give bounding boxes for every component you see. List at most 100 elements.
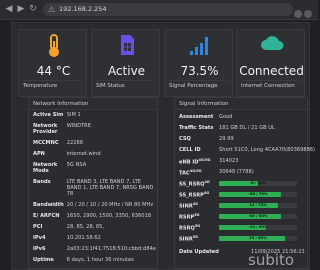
subito-watermark: subito — [248, 251, 295, 269]
network-table: Active Sim SIM 1 Network Provider WINDTRE MC… — [33, 112, 156, 268]
signal-progress-bar: -80 / 80% — [219, 214, 297, 219]
signal-bar-row: SINR5G 15 / 85% — [179, 235, 305, 246]
row-value: 10.201.58.62 — [66, 235, 101, 241]
signal-progress-bar: -10 / 60% — [219, 225, 297, 230]
signal-progress-text: 15 / 85% — [249, 236, 267, 240]
row-key: Network Provider — [33, 123, 58, 135]
signal-progress-text: -83 / 79% — [248, 192, 268, 196]
signal-key: Assessment — [179, 114, 214, 120]
table-row: E/ ARFCN 1650, 2900, 1500, 3350, 636018 — [33, 213, 156, 224]
row-value: 22288 — [66, 140, 83, 146]
browser-toolbar: ◀ ▶ ↻ ⚠ 192.168.2.254 — [0, 0, 318, 20]
network-information-panel: Network Information Active Sim SIM 1 Netwo… — [28, 97, 158, 269]
address-bar[interactable]: ⚠ 192.168.2.254 — [43, 3, 293, 16]
row-value: 1650, 2900, 1500, 3350, 636018 — [66, 213, 152, 219]
kpi-internet-connection: Connected Internet Connection — [236, 29, 305, 97]
sim-card-icon — [92, 34, 161, 58]
row-value: 5G NSA — [66, 162, 87, 168]
internet-connection-label: Internet Connection — [241, 83, 295, 89]
row-key: IPv4 — [33, 235, 46, 241]
row-key: Bands — [33, 179, 51, 185]
signal-row: eNB ID4G/5G 314023 — [179, 158, 305, 169]
table-row: Bandwidth 20 / 20 / 10 / 20 MHz / NR 80 M… — [33, 202, 156, 213]
reload-icon[interactable]: ↻ — [28, 3, 38, 15]
signal-row: Traffic Stats 181 GB DL / 21 GB UL — [179, 125, 305, 136]
signal-value: 29.99 — [219, 136, 234, 142]
row-key: Uptime — [33, 257, 54, 263]
row-key: APN — [33, 151, 45, 157]
signal-bar-key: RSRQ5G — [179, 224, 201, 232]
signal-progress-bar: 15 / 85% — [219, 236, 297, 241]
profile-icon[interactable] — [304, 10, 312, 18]
signal-progress-text: -10 / 60% — [248, 225, 268, 229]
cloud-icon — [237, 34, 306, 58]
signal-key-superscript: 4G/5G — [189, 169, 202, 173]
signal-progress-bar: -83 / 79% — [219, 192, 297, 197]
signal-bar-row: SINR4G 14 / 75% — [179, 202, 305, 213]
signal-bar-row: RSRQ5G -10 / 60% — [179, 224, 305, 235]
signal-information-panel: Signal Information Assessment Good Traffic… — [174, 97, 315, 269]
row-key: E/ ARFCN — [33, 213, 60, 219]
date-updated-label: Date Updated — [179, 249, 219, 255]
temperature-value: 44 °C — [36, 64, 71, 78]
signal-row: TAC4G/5G 30648 (7788) — [179, 169, 305, 180]
table-row: APN internet.wind — [33, 151, 156, 162]
row-key: IPv6 — [33, 246, 46, 252]
row-key: MCCMNC — [33, 140, 59, 146]
signal-bar-key: SINR5G — [179, 235, 199, 243]
signal-progress-text: -80 / 80% — [248, 214, 268, 218]
signal-bar-superscript: 5G — [194, 213, 200, 217]
row-value: internet.wind — [66, 151, 101, 157]
signal-bars-icon — [165, 34, 234, 58]
table-row: Network Mode 5G NSA — [33, 162, 156, 179]
sim-status-value: Active — [107, 64, 146, 78]
signal-key: TAC4G/5G — [179, 169, 202, 177]
row-value: LTE BAND 3, LTE BAND 7, LTE BAND 1, LTE … — [66, 179, 154, 197]
row-value: 2a03:23:1f41:7518:510:cbbd:d84e — [66, 246, 156, 252]
thermometer-icon — [19, 34, 88, 58]
signal-bar-superscript: 4G — [192, 202, 199, 206]
table-row: Active Sim SIM 1 — [33, 112, 156, 123]
signal-progress-text: -8 / 50% — [249, 181, 267, 185]
table-row: PCI 28, 85, 28, 85, — [33, 224, 156, 235]
signal-bar-superscript: 5G — [194, 224, 201, 228]
dashboard: 44 °C Temperature Active SIM Status 73.5… — [11, 22, 315, 270]
signal-key-superscript: 4G/5G — [198, 158, 211, 162]
sim-status-label: SIM Status — [96, 83, 125, 89]
table-row: IPv6 2a03:23:1f41:7518:510:cbbd:d84e — [33, 246, 156, 257]
signal-row: CSQ 29.99 — [179, 136, 305, 147]
signal-bar-row: SS_RSRQ4G -8 / 50% — [179, 180, 305, 191]
kpi-row: 44 °C Temperature Active SIM Status 73.5… — [18, 29, 305, 97]
signal-bar-superscript: 5G — [192, 235, 199, 239]
signal-bar-key: SINR4G — [179, 202, 199, 210]
signal-progress-bar: 14 / 75% — [219, 203, 297, 208]
signal-bar-row: SS_RSRP4G -83 / 79% — [179, 191, 305, 202]
temperature-label: Temperature — [23, 83, 58, 89]
signal-key: CSQ — [179, 136, 191, 142]
forward-icon[interactable]: ▶ — [16, 3, 26, 15]
row-key: Active Sim — [33, 112, 64, 118]
table-row: MCCMNC 22288 — [33, 140, 156, 151]
date-updated-row: Date Updated 11/09/2025 21:56:21 — [179, 249, 305, 255]
signal-bar-superscript: 4G — [203, 191, 210, 195]
kpi-signal-percentage: 73.5% Signal Percentage — [164, 29, 233, 97]
signal-row: Assessment Good — [179, 114, 305, 125]
signal-bar-key: SS_RSRP4G — [179, 191, 210, 199]
row-value: 20 / 20 / 10 / 20 MHz / NR 80 MHz — [66, 202, 153, 208]
back-icon[interactable]: ◀ — [4, 3, 14, 15]
url-text[interactable]: 192.168.2.254 — [59, 3, 107, 16]
signal-key: CELL ID — [179, 147, 201, 153]
table-row: Network Provider WINDTRE — [33, 123, 156, 140]
internet-connection-value: Connected — [239, 64, 304, 78]
signal-key: Traffic Stats — [179, 125, 214, 131]
signal-bar-key: SS_RSRQ4G — [179, 180, 210, 188]
signal-value: 30648 (7788) — [219, 169, 254, 175]
signal-bar-superscript: 4G — [204, 180, 210, 184]
signal-value: Short 51C0, Long 4CAA70(80369886) — [219, 147, 316, 153]
not-secure-icon: ⚠ — [48, 5, 56, 14]
network-information-title: Network Information — [33, 101, 89, 107]
extension-icon[interactable] — [294, 10, 302, 18]
signal-percentage-label: Signal Percentage — [169, 83, 218, 89]
signal-percentage-value: 73.5% — [180, 64, 219, 78]
signal-row: CELL ID Short 51C0, Long 4CAA70(80369886) — [179, 147, 315, 158]
